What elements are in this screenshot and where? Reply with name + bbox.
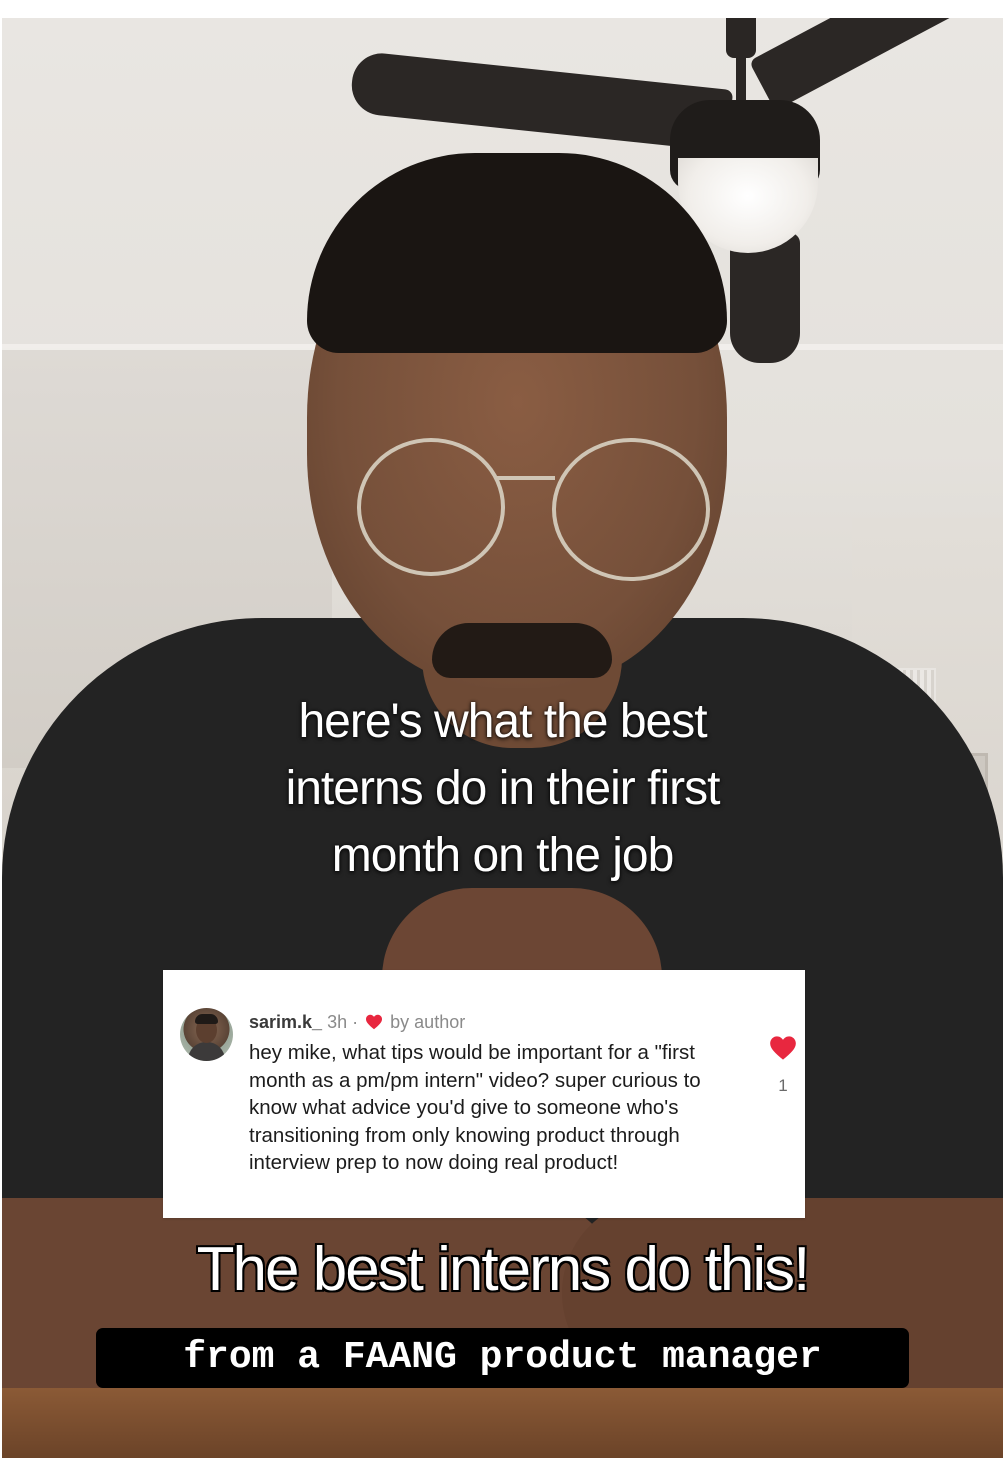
heart-icon [366,1014,383,1030]
subtitle-banner: from a FAANG product manager [96,1328,909,1388]
avatar-shirt [188,1042,225,1061]
ceiling-fan-blade [748,18,1003,111]
comment-meta: sarim.k_ 3h · by author [249,1010,465,1034]
glasses-lens-left [357,438,505,576]
video-caption: here's what the best interns do in their… [170,688,835,889]
person-mustache [432,623,612,678]
liked-by-author: by author [390,1012,466,1032]
like-count: 1 [778,1076,788,1095]
meta-separator: · [352,1012,359,1032]
person-hair [307,153,727,353]
comment-text: hey mike, what tips would be important f… [249,1041,701,1174]
comment-time: 3h [327,1012,348,1032]
ceiling-fan-rod [736,48,746,108]
video-title-overlay: The best interns do this! [196,1234,812,1305]
caption-line: interns do in their first [285,762,721,815]
avatar-hair [195,1014,218,1024]
video-frame: here's what the best interns do in their… [0,0,1005,1461]
glasses-lens-right [552,438,710,581]
wooden-table [2,1388,1003,1458]
avatar[interactable] [180,1008,233,1061]
glasses-bridge [497,476,555,480]
like-heart-icon[interactable] [769,1035,797,1061]
caption-line: month on the job [331,829,675,882]
comment-username[interactable]: sarim.k_ [249,1012,322,1032]
caption-line: here's what the best [298,695,707,748]
subtitle-text: from a FAANG product manager [183,1336,822,1379]
comment-reply-card[interactable]: sarim.k_ 3h · by author hey mike, what t… [163,970,805,1218]
